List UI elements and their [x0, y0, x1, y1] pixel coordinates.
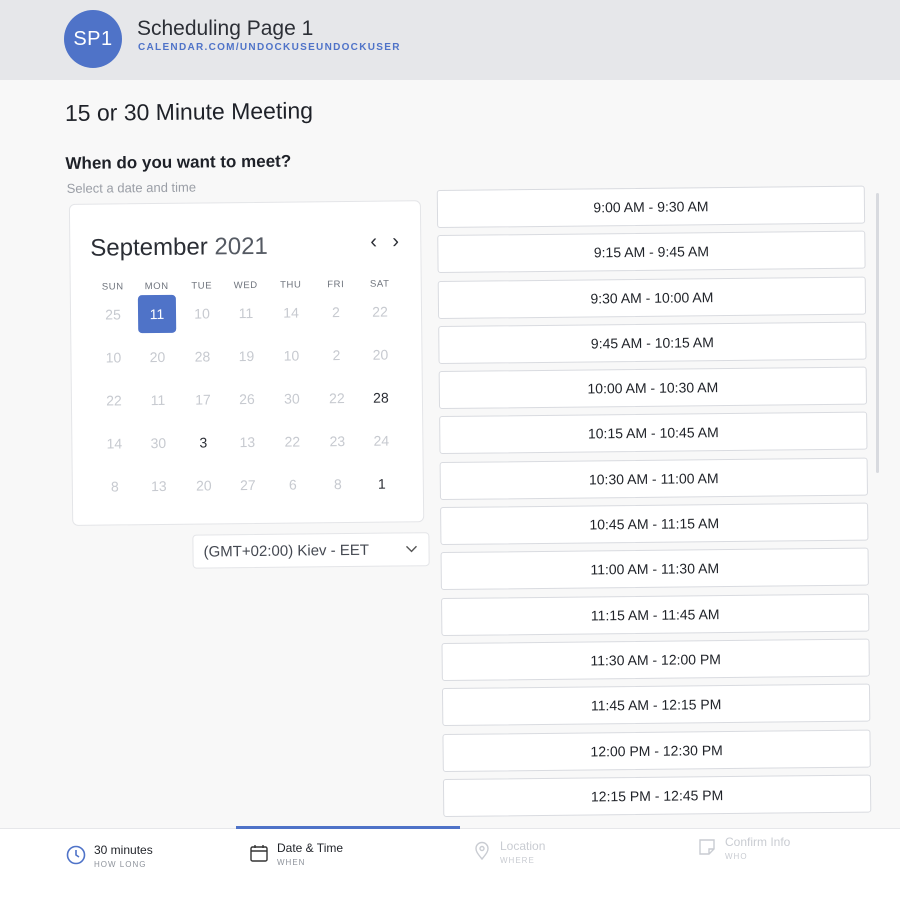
calendar-day: 10 — [105, 349, 122, 366]
calendar-day: 14 — [106, 435, 123, 452]
chevron-left-icon[interactable]: ‹ — [370, 231, 377, 253]
step-label: 30 minutes — [94, 843, 153, 857]
calendar-day: 22 — [106, 392, 122, 409]
step-label: Confirm Info — [725, 835, 791, 849]
calendar-day: 19 — [238, 347, 255, 365]
note-icon — [699, 839, 715, 855]
calendar-month: September — [90, 233, 208, 262]
time-slot-button[interactable]: 11:45 AM - 12:15 PM — [441, 683, 871, 727]
calendar-day: 30 — [150, 434, 167, 452]
calendar-day: 10 — [283, 347, 300, 364]
progress-footer: 30 minutes HOW LONG Date & Time WHEN Locat… — [0, 826, 900, 900]
calendar-month-label: September 2021 — [90, 233, 268, 263]
calendar-icon — [250, 845, 268, 862]
calendar-year: 2021 — [214, 232, 268, 261]
meeting-title: 15 or 30 Minute Meeting — [64, 97, 314, 126]
scheduling-page-name: Scheduling Page 1 — [137, 17, 314, 40]
calendar-day: 11 — [238, 304, 254, 322]
calendar-day: 24 — [373, 432, 390, 449]
time-slot-button[interactable]: 12:00 PM - 12:30 PM — [442, 729, 871, 772]
weekday-header: SUN — [101, 281, 124, 293]
time-slot-button[interactable]: 9:00 AM - 9:30 AM — [436, 185, 866, 229]
weekday-header: MON — [144, 280, 169, 293]
calendar-day: 8 — [333, 476, 342, 493]
time-slot-button[interactable]: 11:15 AM - 11:45 AM — [441, 593, 870, 636]
calendar-day: 26 — [239, 390, 255, 408]
calendar-day: 11 — [150, 391, 166, 409]
slots-scrollbar[interactable] — [876, 193, 879, 473]
time-slot-button[interactable]: 10:45 AM - 11:15 AM — [440, 502, 869, 546]
calendar-day: 23 — [329, 433, 346, 450]
weekday-header: SAT — [369, 278, 390, 290]
step-sublabel: WHEN — [277, 858, 306, 867]
calendar-day: 20 — [149, 348, 166, 366]
calendar-day: 25 — [105, 306, 121, 323]
calendar-day: 13 — [150, 477, 167, 495]
step-sublabel: HOW LONG — [94, 860, 147, 869]
calendar-grid: SUN MON TUE WED THU FRI SAT 25 11 10 11 14 2 22 10 20 28… — [70, 201, 420, 495]
scheduling-page-url[interactable]: CALENDAR.COM/UNDOCKUSEUNDOCKUSER — [138, 42, 401, 53]
step-sublabel: WHERE — [500, 856, 535, 865]
time-slot-list: 9:00 AM - 9:30 AM 9:15 AM - 9:45 AM 9:30 A… — [436, 185, 872, 825]
time-slot-button[interactable]: 10:15 AM - 10:45 AM — [439, 412, 868, 455]
calendar: September 2021 ‹ › SUN MON TUE WED THU FRI SAT… — [68, 200, 425, 526]
calendar-day: 22 — [372, 303, 388, 320]
calendar-day-available[interactable]: 1 — [363, 464, 401, 502]
calendar-day: 2 — [332, 304, 341, 321]
section-hint: Select a date and time — [66, 179, 197, 196]
time-slot-button[interactable]: 11:00 AM - 11:30 AM — [440, 547, 869, 591]
calendar-day-selected[interactable]: 11 — [137, 294, 177, 334]
calendar-day: 14 — [283, 304, 299, 321]
calendar-day: 30 — [284, 390, 300, 407]
time-slot-button[interactable]: 9:45 AM - 10:15 AM — [438, 321, 867, 364]
time-slot-button[interactable]: 11:30 AM - 12:00 PM — [441, 638, 870, 682]
section-question: When do you want to meet? — [65, 151, 292, 173]
calendar-day: 22 — [329, 390, 345, 407]
clock-icon — [66, 845, 86, 865]
timezone-value: (GMT+02:00) Kiev - EET — [203, 541, 370, 561]
step-label: Date & Time — [277, 841, 344, 855]
weekday-header: TUE — [191, 280, 213, 292]
chevron-right-icon[interactable]: › — [392, 230, 399, 252]
calendar-day: 27 — [239, 476, 256, 494]
step-duration[interactable]: 30 minutes HOW LONG — [66, 843, 153, 869]
avatar: SP1 — [64, 10, 122, 68]
step-sublabel: WHO — [725, 852, 748, 861]
timezone-select[interactable]: (GMT+02:00) Kiev - EET — [192, 532, 430, 569]
step-location[interactable]: Location WHERE — [472, 839, 545, 865]
calendar-day: 2 — [332, 347, 341, 364]
calendar-day: 13 — [239, 433, 256, 451]
calendar-day: 20 — [372, 346, 389, 363]
main-content: 15 or 30 Minute Meeting When do you want… — [0, 80, 900, 840]
weekday-header: FRI — [327, 279, 345, 291]
weekday-header: WED — [233, 279, 258, 292]
calendar-day-available[interactable]: 3 — [184, 423, 222, 461]
step-confirm[interactable]: Confirm Info WHO — [697, 835, 790, 861]
location-pin-icon — [475, 841, 489, 861]
weekday-header: THU — [280, 279, 302, 291]
step-label: Location — [500, 839, 546, 853]
calendar-day: 6 — [288, 476, 297, 493]
page-header: SP1 Scheduling Page 1 CALENDAR.COM/UNDOC… — [0, 0, 900, 80]
chevron-down-icon — [405, 545, 417, 553]
time-slot-button[interactable]: 12:15 PM - 12:45 PM — [442, 774, 872, 817]
calendar-day: 22 — [284, 433, 301, 450]
calendar-day: 10 — [194, 305, 210, 322]
time-slot-button[interactable]: 10:00 AM - 10:30 AM — [438, 366, 868, 410]
active-step-indicator — [236, 826, 460, 829]
step-date-time[interactable]: Date & Time WHEN — [249, 841, 343, 867]
time-slot-button[interactable]: 10:30 AM - 11:00 AM — [439, 457, 868, 500]
calendar-day-available[interactable]: 28 — [362, 378, 400, 416]
calendar-day: 20 — [195, 477, 212, 494]
calendar-day: 17 — [195, 391, 211, 408]
time-slot-button[interactable]: 9:15 AM - 9:45 AM — [437, 230, 866, 274]
calendar-day: 8 — [110, 478, 119, 495]
time-slot-button[interactable]: 9:30 AM - 10:00 AM — [437, 276, 867, 319]
calendar-day: 28 — [194, 348, 211, 365]
